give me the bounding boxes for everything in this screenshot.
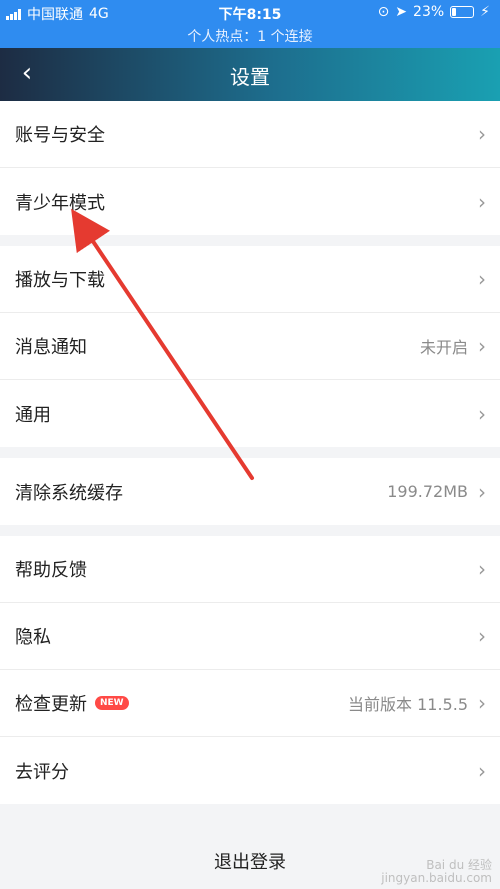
page-title: 设置 bbox=[230, 65, 270, 89]
hotspot-banner[interactable]: 个人热点：1 个连接 bbox=[0, 26, 500, 46]
battery-icon bbox=[450, 6, 475, 18]
navigation-bar: ‹ 设置 bbox=[0, 48, 500, 101]
new-badge: NEW bbox=[95, 696, 129, 710]
settings-row-label: 去评分 bbox=[15, 761, 69, 783]
settings-row[interactable]: 帮助反馈 › bbox=[0, 536, 500, 603]
settings-row-value: 未开启 bbox=[419, 338, 468, 357]
settings-row-right: › bbox=[478, 122, 486, 146]
settings-row-label: 检查更新 bbox=[15, 694, 87, 715]
status-bar: 中国联通 4G 下午8:15 ⊙ ➤ 23% ⚡ 个人热点：1 个连接 bbox=[0, 0, 500, 48]
settings-row[interactable]: 检查更新 NEW 当前版本 11.5.5 › bbox=[0, 670, 500, 737]
settings-row[interactable]: 消息通知 未开启 › bbox=[0, 313, 500, 380]
settings-row-right: 当前版本 11.5.5 › bbox=[348, 691, 486, 715]
settings-row-label: 隐私 bbox=[15, 627, 51, 648]
settings-row-right: › bbox=[478, 267, 486, 291]
settings-list: 账号与安全 › 青少年模式 › 播放与下载 › 消息通知 未开启 › 通用 › 清除系统缓存 199.7… bbox=[0, 101, 500, 804]
chevron-right-icon: › bbox=[478, 189, 486, 214]
settings-row[interactable]: 青少年模式 › bbox=[0, 168, 500, 235]
rotation-lock-icon: ⊙ bbox=[377, 4, 390, 20]
chevron-right-icon: › bbox=[478, 479, 486, 504]
settings-row-right: › bbox=[478, 557, 486, 581]
settings-row-right: › bbox=[478, 190, 486, 214]
settings-group: 播放与下载 › 消息通知 未开启 › 通用 › bbox=[0, 246, 500, 447]
settings-row-label: 帮助反馈 bbox=[15, 560, 87, 581]
settings-group: 清除系统缓存 199.72MB › bbox=[0, 458, 500, 525]
settings-row-value: 当前版本 11.5.5 bbox=[348, 695, 468, 714]
chevron-right-icon: › bbox=[478, 758, 486, 783]
settings-group: 帮助反馈 › 隐私 › 检查更新 NEW 当前版本 11.5.5 › 去评分 › bbox=[0, 536, 500, 804]
settings-row-label: 播放与下载 bbox=[15, 270, 105, 291]
status-right: ⊙ ➤ 23% ⚡ bbox=[378, 4, 490, 20]
settings-row-value: 199.72MB bbox=[387, 482, 468, 501]
watermark-line2: jingyan.baidu.com bbox=[381, 871, 492, 885]
charging-icon: ⚡ bbox=[480, 4, 490, 20]
settings-row-right: › bbox=[478, 402, 486, 426]
settings-row-label: 清除系统缓存 bbox=[15, 482, 123, 504]
settings-row-right: › bbox=[478, 759, 486, 783]
settings-row-label: 账号与安全 bbox=[15, 125, 105, 146]
settings-row-right: 199.72MB › bbox=[387, 480, 486, 504]
chevron-right-icon: › bbox=[478, 122, 486, 146]
settings-row-right: › bbox=[478, 624, 486, 648]
settings-group: 账号与安全 › 青少年模式 › bbox=[0, 101, 500, 235]
chevron-right-icon: › bbox=[478, 691, 486, 715]
chevron-right-icon: › bbox=[478, 557, 486, 581]
battery-percent: 23% bbox=[413, 4, 445, 20]
chevron-right-icon: › bbox=[478, 267, 486, 291]
settings-row[interactable]: 清除系统缓存 199.72MB › bbox=[0, 458, 500, 525]
settings-row-label: 青少年模式 bbox=[15, 192, 105, 214]
chevron-right-icon: › bbox=[478, 624, 486, 648]
section-gap bbox=[0, 235, 500, 246]
settings-row-label: 消息通知 bbox=[15, 337, 87, 358]
watermark: Bai du 经验 jingyan.baidu.com bbox=[381, 859, 492, 885]
section-gap bbox=[0, 525, 500, 536]
settings-row[interactable]: 去评分 › bbox=[0, 737, 500, 804]
location-icon: ➤ bbox=[395, 4, 408, 20]
settings-row[interactable]: 隐私 › bbox=[0, 603, 500, 670]
settings-row[interactable]: 播放与下载 › bbox=[0, 246, 500, 313]
settings-row-right: 未开启 › bbox=[420, 334, 486, 358]
settings-row-label: 通用 bbox=[15, 404, 51, 426]
section-gap bbox=[0, 447, 500, 458]
settings-row[interactable]: 通用 › bbox=[0, 380, 500, 447]
chevron-right-icon: › bbox=[478, 401, 486, 426]
chevron-right-icon: › bbox=[478, 334, 486, 358]
settings-row[interactable]: 账号与安全 › bbox=[0, 101, 500, 168]
